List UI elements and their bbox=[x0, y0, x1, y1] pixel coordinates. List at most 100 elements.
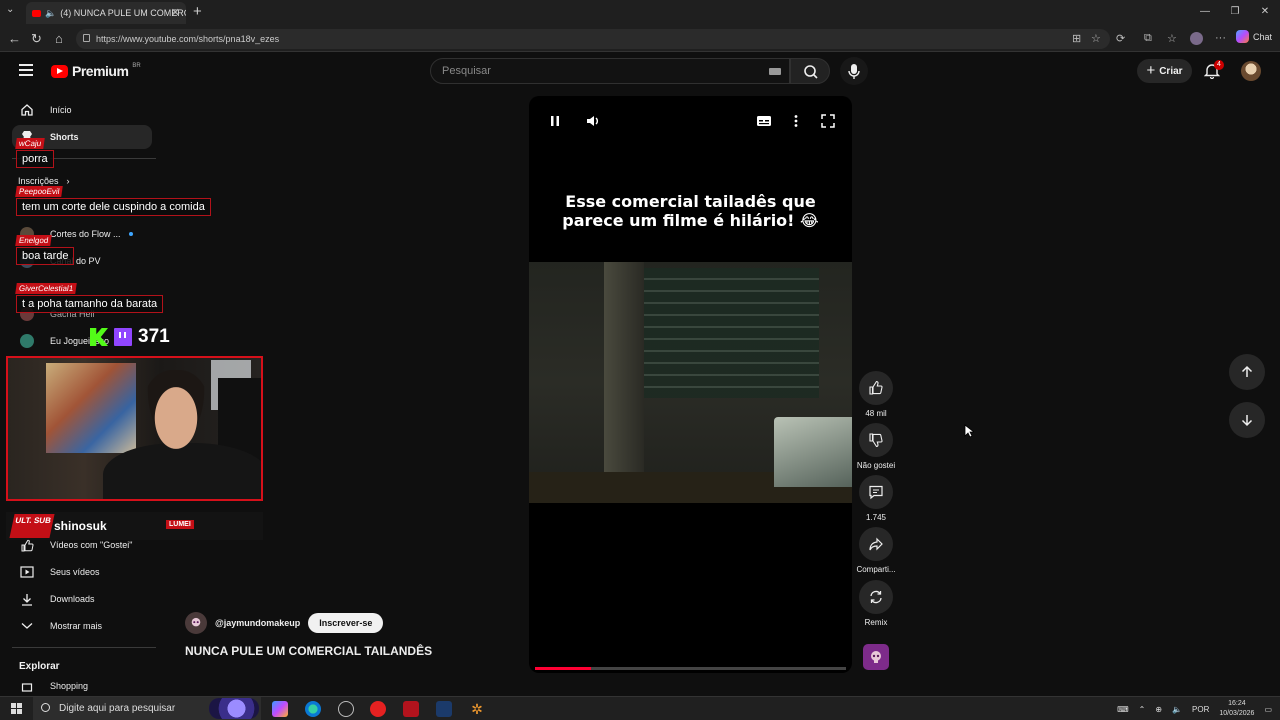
sidebar-item-downloads[interactable]: Downloads bbox=[12, 587, 152, 611]
youtube-logo[interactable]: Premium BR bbox=[51, 63, 141, 79]
previous-short-button[interactable] bbox=[1229, 354, 1265, 390]
taskbar-search-placeholder: Digite aqui para pesquisar bbox=[59, 703, 176, 714]
profile-icon[interactable] bbox=[1190, 32, 1203, 45]
sidebar-item-home[interactable]: Início bbox=[12, 98, 152, 122]
tool-taskbar-icon[interactable]: ✲ bbox=[469, 701, 485, 717]
youtube-header: Premium BR Pesquisar + Criar 4 bbox=[0, 52, 1280, 90]
comment-count: 1.745 bbox=[865, 513, 887, 522]
channel-avatar[interactable] bbox=[185, 612, 207, 634]
menu-icon[interactable] bbox=[19, 64, 33, 76]
captions-icon[interactable] bbox=[756, 113, 772, 129]
voice-search-button[interactable] bbox=[840, 57, 868, 85]
chat-text: t a poha tamanho da barata bbox=[16, 295, 164, 313]
windows-start-icon[interactable] bbox=[11, 703, 22, 714]
sidebar-item-show-more[interactable]: Mostrar mais bbox=[12, 614, 152, 638]
like-button[interactable]: 48 mil bbox=[856, 371, 896, 418]
close-window-icon[interactable]: ✕ bbox=[1250, 0, 1280, 26]
sidebar-item-label: Vídeos com "Gostei" bbox=[50, 540, 133, 550]
shopping-bag-icon bbox=[21, 683, 33, 692]
browser-tab-bar: ⌄ 🔈 (4) NUNCA PULE UM COMERCI ✕ + — ❐ ✕ bbox=[0, 0, 1280, 26]
minimize-icon[interactable]: — bbox=[1190, 0, 1220, 26]
new-tab-icon[interactable]: + bbox=[193, 3, 202, 20]
shorts-player[interactable]: Esse comercial tailadês que parece um fi… bbox=[529, 96, 852, 673]
volume-tray-icon[interactable]: 🔈 bbox=[1172, 705, 1182, 714]
create-button[interactable]: + Criar bbox=[1137, 59, 1192, 83]
sidebar-item-your-videos[interactable]: Seus vídeos bbox=[12, 560, 152, 584]
video-editor-taskbar-icon[interactable] bbox=[403, 701, 419, 717]
comments-button[interactable]: 1.745 bbox=[856, 475, 896, 522]
chat-username: wCaju bbox=[15, 138, 46, 149]
arrow-down-icon bbox=[1241, 415, 1253, 427]
progress-fill bbox=[535, 667, 591, 670]
last-sub-name: shinosuk bbox=[54, 519, 107, 533]
search-button[interactable] bbox=[790, 58, 830, 84]
tray-overflow-icon[interactable]: ⌃ bbox=[1139, 705, 1146, 714]
system-tray: ⌨ ⌃ ⊕ 🔈 POR 16:24 10/03/2026 ▭ bbox=[1117, 699, 1272, 719]
caption-line: parece um filme é hilário! 😂 bbox=[562, 211, 819, 230]
share-icon bbox=[869, 537, 883, 551]
split-screen-icon[interactable]: ⧉ bbox=[1144, 32, 1152, 45]
chatgpt-taskbar-icon[interactable] bbox=[338, 701, 354, 717]
taskbar-search[interactable]: Digite aqui para pesquisar bbox=[33, 697, 261, 720]
keyboard-icon[interactable] bbox=[769, 68, 781, 75]
back-icon[interactable]: ← bbox=[8, 31, 21, 46]
url-field[interactable]: https://www.youtube.com/shorts/pna18v_ez… bbox=[76, 29, 1110, 49]
share-label: Comparti... bbox=[856, 565, 896, 574]
next-short-button[interactable] bbox=[1229, 402, 1265, 438]
subscribe-button[interactable]: Inscrever-se bbox=[308, 613, 384, 633]
video-progress-bar[interactable] bbox=[535, 667, 846, 670]
speaker-icon[interactable]: 🔈 bbox=[45, 8, 56, 19]
media-player-taskbar-icon[interactable] bbox=[370, 701, 386, 717]
short-title: NUNCA PULE UM COMERCIAL TAILANDÊS bbox=[185, 644, 433, 658]
youtube-favicon-icon bbox=[32, 9, 41, 17]
more-options-icon[interactable] bbox=[788, 113, 804, 129]
video-frame bbox=[529, 262, 852, 503]
more-menu-icon[interactable]: ··· bbox=[1215, 32, 1226, 44]
maximize-icon[interactable]: ❐ bbox=[1220, 0, 1250, 26]
extensions-icon[interactable]: ⟳ bbox=[1116, 32, 1125, 45]
comment-icon bbox=[869, 485, 883, 500]
remix-icon bbox=[870, 590, 882, 604]
url-text: https://www.youtube.com/shorts/pna18v_ez… bbox=[96, 34, 280, 44]
fullscreen-icon[interactable] bbox=[820, 113, 836, 129]
edge-taskbar-icon[interactable] bbox=[305, 701, 321, 717]
youtube-play-icon bbox=[51, 64, 68, 78]
keyboard-layout-icon[interactable]: ⌨ bbox=[1117, 705, 1129, 714]
sound-thumbnail[interactable] bbox=[863, 644, 889, 670]
copilot-taskbar-icon[interactable] bbox=[272, 701, 288, 717]
search-icon bbox=[804, 65, 818, 79]
taskbar-clock[interactable]: 16:24 10/03/2026 bbox=[1219, 699, 1254, 719]
chevron-down-icon bbox=[21, 623, 33, 629]
search-highlight-art bbox=[209, 698, 259, 719]
lock-icon bbox=[83, 34, 90, 42]
home-icon[interactable]: ⌂ bbox=[55, 31, 63, 46]
remix-button[interactable]: Remix bbox=[856, 580, 896, 627]
dislike-button[interactable]: Não gostei bbox=[856, 423, 896, 470]
reload-icon[interactable]: ↻ bbox=[31, 31, 42, 47]
sidebar-item-shopping[interactable]: Shopping bbox=[12, 679, 152, 693]
steam-taskbar-icon[interactable] bbox=[436, 701, 452, 717]
favorites-icon[interactable]: ☆ bbox=[1167, 32, 1177, 45]
network-icon[interactable]: ⊕ bbox=[1155, 705, 1162, 714]
mic-icon bbox=[848, 64, 860, 79]
pause-icon[interactable] bbox=[547, 113, 563, 129]
viewer-number: 371 bbox=[138, 326, 170, 347]
browser-tab[interactable]: 🔈 (4) NUNCA PULE UM COMERCI ✕ bbox=[26, 2, 186, 24]
notifications-icon[interactable]: ▭ bbox=[1264, 705, 1272, 714]
copilot-chat-button[interactable]: Chat bbox=[1235, 30, 1272, 43]
language-indicator[interactable]: POR bbox=[1192, 705, 1209, 714]
last-sub-bar: ULT. SUB shinosuk LUMEI bbox=[6, 512, 263, 540]
share-button[interactable]: Comparti... bbox=[856, 527, 896, 574]
tab-menu-icon[interactable]: ⌄ bbox=[6, 4, 14, 15]
channel-handle[interactable]: @jaymundomakeup bbox=[215, 618, 300, 628]
search-input[interactable]: Pesquisar bbox=[430, 58, 790, 84]
volume-icon[interactable] bbox=[585, 113, 601, 129]
close-tab-icon[interactable]: ✕ bbox=[171, 6, 180, 19]
search-icon bbox=[41, 703, 50, 712]
skull-icon bbox=[191, 617, 201, 627]
home-icon bbox=[21, 104, 33, 116]
account-avatar[interactable] bbox=[1241, 61, 1261, 81]
favorite-star-icon[interactable]: ☆ bbox=[1091, 32, 1101, 45]
app-view-icon[interactable]: ⊞ bbox=[1072, 32, 1081, 45]
sidebar-item-label: Cortes do Flow ... bbox=[50, 229, 121, 239]
